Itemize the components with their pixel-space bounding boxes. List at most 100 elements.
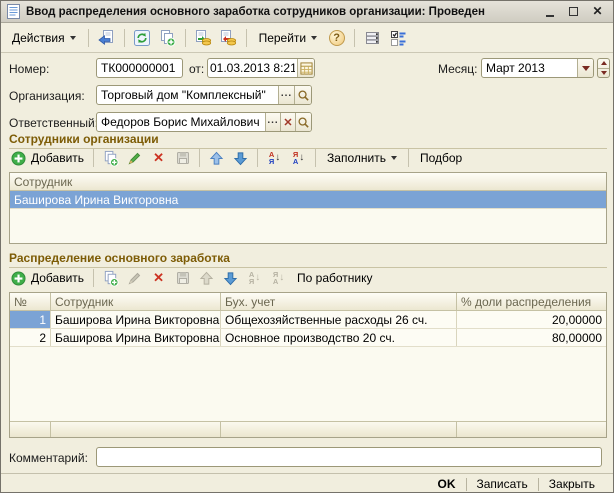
comment-input[interactable]	[97, 448, 601, 466]
distribution-edit-button[interactable]	[123, 267, 146, 289]
employees-end-edit-button[interactable]	[171, 147, 194, 169]
responsible-input[interactable]	[97, 113, 265, 131]
employees-pick-button[interactable]: Подбор	[414, 147, 468, 169]
distribution-move-up-button[interactable]	[195, 267, 218, 289]
document-structure-button[interactable]	[361, 27, 384, 49]
cell-account[interactable]: Общехозяйственные расходы 26 сч.	[221, 311, 457, 328]
main-toolbar: Действия	[1, 23, 613, 53]
write-button[interactable]: Записать	[467, 477, 538, 491]
spinner-down-button[interactable]	[598, 69, 609, 78]
reread-document-button[interactable]	[95, 27, 118, 49]
copy-add-icon	[158, 29, 176, 47]
calendar-button[interactable]	[297, 59, 314, 77]
magnifier-icon	[297, 116, 310, 129]
refresh-button[interactable]	[131, 27, 154, 49]
maximize-icon	[569, 7, 578, 16]
employees-move-up-button[interactable]	[205, 147, 228, 169]
floppy-disk-icon	[175, 270, 191, 286]
close-form-button[interactable]: Закрыть	[539, 477, 605, 491]
footer-cell	[10, 422, 51, 437]
triangle-down-icon	[601, 71, 607, 75]
post-document-icon	[194, 29, 212, 47]
employees-move-down-button[interactable]	[229, 147, 252, 169]
post-document-button[interactable]	[192, 27, 215, 49]
employees-copy-button[interactable]	[99, 147, 122, 169]
distribution-sort-asc-button[interactable]: АЯ ↓	[243, 267, 266, 289]
organization-select-button[interactable]: ...	[278, 86, 294, 104]
floppy-disk-icon	[175, 150, 191, 166]
by-employee-label: По работнику	[297, 271, 372, 285]
close-button[interactable]: ✕	[591, 5, 604, 18]
employees-sort-asc-button[interactable]: АЯ ↓	[263, 147, 286, 169]
employees-add-button[interactable]: Добавить	[7, 147, 88, 169]
date-input[interactable]	[208, 59, 297, 77]
distribution-delete-button[interactable]: ✕	[147, 267, 170, 289]
toolbar-separator	[93, 269, 94, 287]
cell-percent[interactable]: 80,00000	[457, 329, 606, 346]
cell-percent[interactable]: 20,00000	[457, 311, 606, 328]
by-employee-button[interactable]: По работнику	[291, 267, 378, 289]
number-label: Номер:	[9, 62, 49, 76]
actions-menu-button[interactable]: Действия	[6, 27, 82, 49]
responsible-open-button[interactable]	[295, 113, 311, 131]
table-row[interactable]: 2 Баширова Ирина Викторовна Основное про…	[10, 329, 606, 347]
title-bar: Ввод распределения основного заработка с…	[1, 1, 613, 23]
month-input[interactable]	[482, 59, 577, 77]
spinner-up-button[interactable]	[598, 59, 609, 69]
employees-table-row[interactable]: Баширова Ирина Викторовна	[10, 191, 606, 209]
responsible-select-button[interactable]: ...	[265, 113, 280, 131]
distribution-add-label: Добавить	[31, 271, 84, 285]
help-icon: ?	[329, 30, 345, 46]
distribution-move-down-button[interactable]	[219, 267, 242, 289]
clear-x-icon: ✕	[283, 116, 292, 129]
copy-document-button[interactable]	[156, 27, 179, 49]
distribution-end-edit-button[interactable]	[171, 267, 194, 289]
employees-column-header[interactable]: Сотрудник	[10, 173, 606, 190]
cell-num[interactable]: 2	[10, 329, 51, 346]
month-field	[481, 58, 594, 78]
distribution-add-button[interactable]: Добавить	[7, 267, 88, 289]
list-settings-button[interactable]	[386, 27, 409, 49]
month-dropdown-button[interactable]	[577, 59, 593, 77]
date-label: от:	[189, 62, 204, 76]
responsible-field: ... ✕	[96, 112, 312, 132]
goto-menu-button[interactable]: Перейти	[253, 27, 324, 49]
table-row[interactable]: 1 Баширова Ирина Викторовна Общехозяйств…	[10, 311, 606, 329]
date-field	[207, 58, 315, 78]
column-header-account[interactable]: Бух. учет	[221, 293, 457, 310]
number-input[interactable]	[97, 59, 182, 77]
employee-cell[interactable]: Баширова Ирина Викторовна	[10, 191, 606, 208]
column-header-num[interactable]: №	[10, 293, 51, 310]
pencil-icon	[127, 150, 143, 166]
column-header-employee[interactable]: Сотрудник	[51, 293, 221, 310]
maximize-button[interactable]	[567, 5, 580, 18]
distribution-sort-desc-button[interactable]: ЯА ↓	[267, 267, 290, 289]
organization-input[interactable]	[97, 86, 278, 104]
cell-num[interactable]: 1	[10, 311, 51, 328]
cell-employee[interactable]: Баширова Ирина Викторовна	[51, 311, 221, 328]
employees-fill-menu-button[interactable]: Заполнить	[321, 147, 403, 169]
help-button[interactable]: ?	[325, 27, 348, 49]
employees-add-label: Добавить	[31, 151, 84, 165]
employees-edit-button[interactable]	[123, 147, 146, 169]
employees-delete-button[interactable]: ✕	[147, 147, 170, 169]
toolbar-separator	[185, 29, 186, 47]
column-header-percent[interactable]: % доли распределения	[457, 293, 606, 310]
ellipsis-icon: ...	[267, 115, 278, 126]
responsible-label: Ответственный:	[9, 116, 98, 130]
cell-account[interactable]: Основное производство 20 сч.	[221, 329, 457, 346]
number-field	[96, 58, 183, 78]
responsible-clear-button[interactable]: ✕	[280, 113, 295, 131]
employees-sort-desc-button[interactable]: ЯА ↓	[287, 147, 310, 169]
minimize-button[interactable]	[543, 5, 556, 18]
organization-open-button[interactable]	[294, 86, 311, 104]
distribution-copy-button[interactable]	[99, 267, 122, 289]
sort-za-icon: ЯА ↓	[293, 151, 304, 165]
refresh-icon	[133, 29, 151, 47]
distribution-section-title: Распределение основного заработка	[9, 251, 607, 268]
ok-button[interactable]: OK	[428, 477, 466, 491]
cell-employee[interactable]: Баширова Ирина Викторовна	[51, 329, 221, 346]
unpost-document-button[interactable]	[217, 27, 240, 49]
employees-toolbar: Добавить ✕	[7, 147, 468, 169]
toolbar-separator	[408, 149, 409, 167]
